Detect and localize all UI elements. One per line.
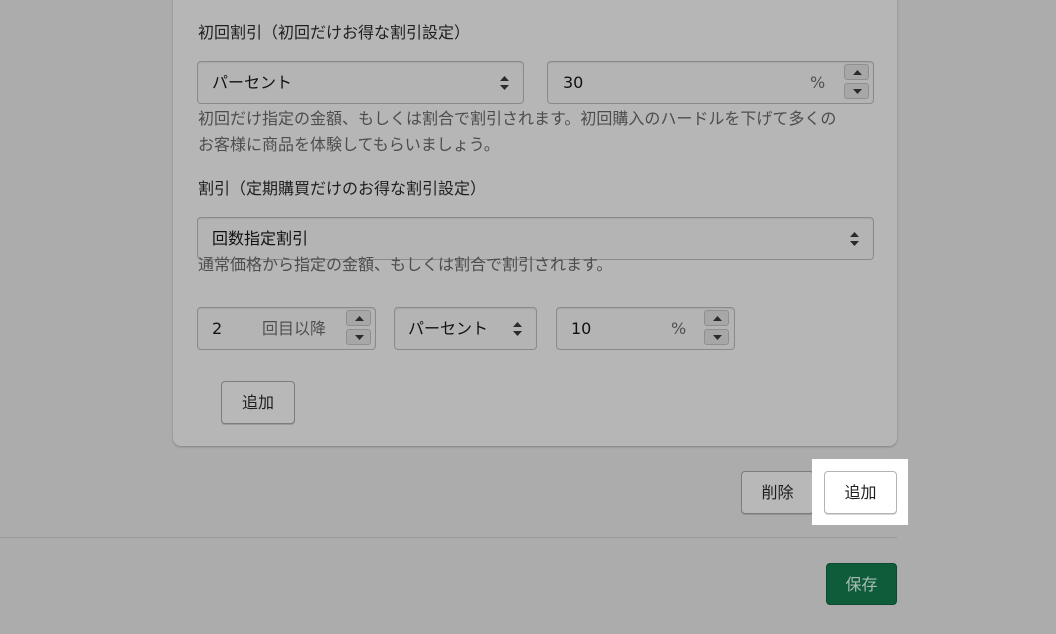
first-discount-type-select[interactable]: パーセント xyxy=(197,61,524,104)
tier-amount-field[interactable]: 10 % xyxy=(556,307,735,350)
caret-up-icon xyxy=(853,70,862,75)
updown-icon xyxy=(850,232,859,246)
tier-count-field[interactable]: 2 回目以降 xyxy=(197,307,376,350)
updown-icon xyxy=(500,76,509,90)
tier-amount-unit: % xyxy=(671,319,687,338)
add-discount-button[interactable]: 追加 xyxy=(824,471,897,514)
first-discount-amount-value: 30 xyxy=(563,73,584,92)
add-tier-button[interactable]: 追加 xyxy=(221,381,295,424)
caret-down-icon xyxy=(713,335,722,340)
first-discount-stepper[interactable] xyxy=(844,64,869,100)
footer-divider xyxy=(0,537,897,538)
tier-amount-value: 10 xyxy=(571,319,592,338)
updown-icon xyxy=(513,322,522,336)
increment-button[interactable] xyxy=(704,310,729,326)
caret-down-icon xyxy=(355,335,364,340)
tier-amount-stepper[interactable] xyxy=(704,310,729,346)
tier-type-select[interactable]: パーセント xyxy=(394,307,537,350)
save-button[interactable]: 保存 xyxy=(826,563,897,605)
tier-count-value: 2 xyxy=(212,319,223,338)
increment-button[interactable] xyxy=(844,64,869,80)
first-discount-unit: % xyxy=(810,73,826,92)
decrement-button[interactable] xyxy=(346,329,371,345)
first-discount-amount-field[interactable]: 30 % xyxy=(547,61,874,104)
first-discount-label: 初回割引（初回だけお得な割引設定） xyxy=(198,23,471,42)
discount-settings-card: 初回割引（初回だけお得な割引設定） パーセント 30 % 初回だけ指定の金額、も… xyxy=(173,0,897,446)
caret-up-icon xyxy=(713,316,722,321)
discount-label: 割引（定期購買だけのお得な割引設定） xyxy=(198,179,487,198)
caret-down-icon xyxy=(853,89,862,94)
tier-type-value: パーセント xyxy=(408,319,489,338)
first-discount-help: 初回だけ指定の金額、もしくは割合で割引されます。初回購入のハードルを下げて多くの… xyxy=(198,109,837,154)
decrement-button[interactable] xyxy=(844,83,869,99)
increment-button[interactable] xyxy=(346,310,371,326)
discount-help: 通常価格から指定の金額、もしくは割合で割引されます。 xyxy=(198,255,613,274)
tier-count-stepper[interactable] xyxy=(346,310,371,346)
caret-up-icon xyxy=(355,316,364,321)
decrement-button[interactable] xyxy=(704,329,729,345)
delete-button[interactable]: 削除 xyxy=(741,471,814,514)
first-discount-type-value: パーセント xyxy=(212,73,293,92)
tier-count-suffix: 回目以降 xyxy=(262,319,327,338)
